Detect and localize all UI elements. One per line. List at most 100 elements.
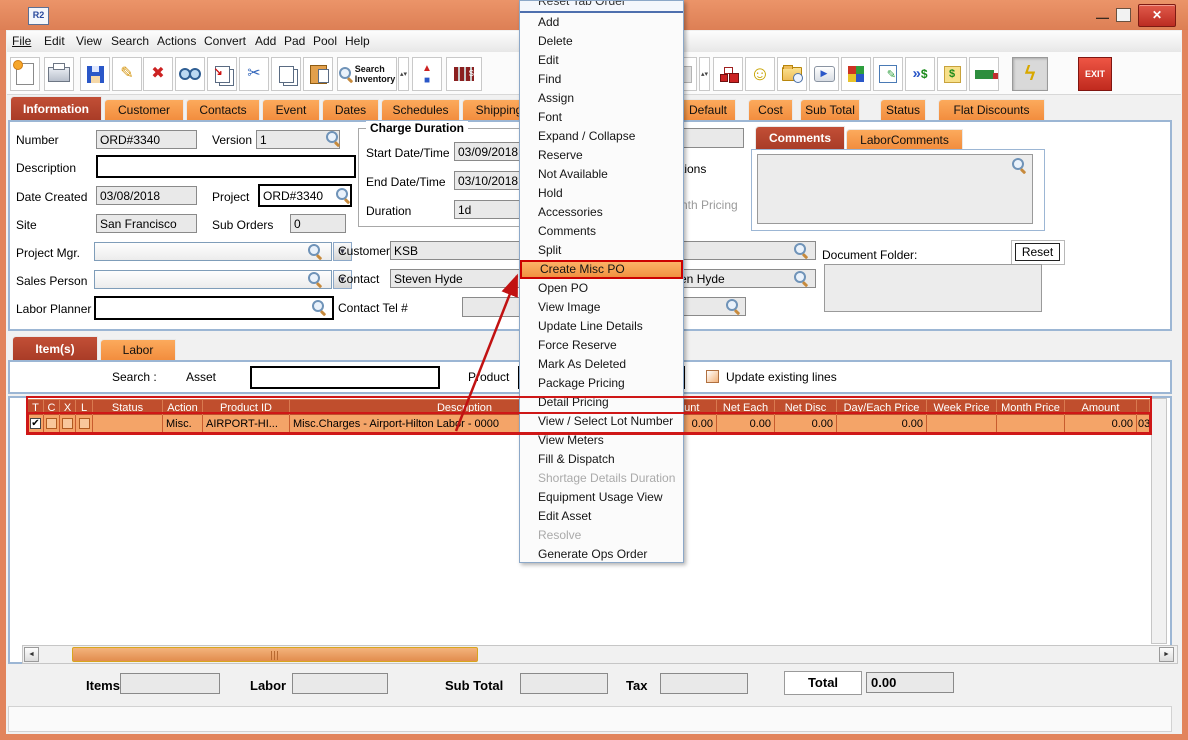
shortcut-keys-button[interactable]: ▶ (809, 57, 839, 91)
tab-items[interactable]: Item(s) (12, 336, 98, 360)
tab-event[interactable]: Event (262, 99, 320, 120)
scroll-left-button[interactable]: ◄ (24, 647, 39, 662)
context-menu-item-create-misc-po[interactable]: Create Misc PO (520, 260, 683, 279)
context-menu-item-split[interactable]: Split (520, 241, 683, 260)
delete-button[interactable]: ✖ (143, 57, 173, 91)
menu-file[interactable]: File (12, 34, 31, 48)
row-cell-product-id[interactable]: AIRPORT-HI... (203, 415, 290, 433)
tab-dates[interactable]: Dates (322, 99, 379, 120)
labor-planner-field[interactable] (94, 296, 334, 320)
header-cell-action[interactable]: Action (163, 399, 203, 415)
context-menu-item-find[interactable]: Find (520, 70, 683, 89)
close-button[interactable]: ✕ (1138, 4, 1176, 27)
menu-help[interactable]: Help (345, 34, 370, 48)
site-field[interactable] (96, 214, 197, 233)
checkbox-unchecked-icon[interactable] (62, 418, 73, 429)
header-cell-week-price[interactable]: Week Price (927, 399, 997, 415)
menu-pool[interactable]: Pool (313, 34, 337, 48)
context-menu-item-detail-pricing[interactable]: Detail Pricing (520, 393, 683, 412)
tab-labor[interactable]: Labor (100, 339, 176, 360)
context-menu-item-mark-as-deleted[interactable]: Mark As Deleted (520, 355, 683, 374)
paste-button[interactable] (303, 57, 333, 91)
row-cell-amount[interactable]: 0.00 (1065, 415, 1137, 433)
context-menu-item-accessories[interactable]: Accessories (520, 203, 683, 222)
project-mgr-field[interactable] (94, 242, 332, 261)
reset-button[interactable]: Reset (1015, 243, 1060, 261)
header-cell-day-each-price[interactable]: Day/Each Price (837, 399, 927, 415)
items-total-field[interactable] (120, 673, 220, 694)
row-cell-net-each[interactable]: 0.00 (717, 415, 775, 433)
menu-actions[interactable]: Actions (157, 34, 196, 48)
menu-search[interactable]: Search (111, 34, 149, 48)
dispatch-truck-button[interactable] (969, 57, 999, 91)
tab-information[interactable]: Information (10, 96, 102, 120)
copy-to-button[interactable]: ↘ (207, 57, 237, 91)
context-menu-item-force-reserve[interactable]: Force Reserve (520, 336, 683, 355)
print-button[interactable] (44, 57, 74, 91)
context-menu-item-add[interactable]: Add (520, 13, 683, 32)
org-chart-button[interactable] (713, 57, 743, 91)
sales-person-field[interactable] (94, 270, 332, 289)
vertical-scrollbar[interactable] (1151, 398, 1167, 644)
tab-default[interactable]: Default (680, 99, 736, 120)
context-menu-item-expand-collapse[interactable]: Expand / Collapse (520, 127, 683, 146)
search-inventory-dropdown[interactable]: ▴▾ (398, 57, 409, 91)
context-menu-item-edit[interactable]: Edit (520, 51, 683, 70)
sub-orders-field[interactable] (290, 214, 346, 233)
header-cell-month-price[interactable]: Month Price (997, 399, 1065, 415)
header-cell-t[interactable]: T (28, 399, 44, 415)
labor-planner-search-icon[interactable] (312, 300, 326, 314)
menu-edit[interactable]: Edit (44, 34, 65, 48)
row-cell-week-price[interactable] (927, 415, 997, 433)
labor-total-field[interactable] (292, 673, 388, 694)
contact-field[interactable] (390, 269, 522, 288)
row-cell-month-price[interactable] (997, 415, 1065, 433)
menu-view[interactable]: View (76, 34, 102, 48)
header-cell-net-each[interactable]: Net Each (717, 399, 775, 415)
tab-comments[interactable]: Comments (755, 126, 845, 149)
total-field[interactable] (866, 672, 954, 693)
tab-contacts[interactable]: Contacts (186, 99, 260, 120)
menu-convert[interactable]: Convert (204, 34, 246, 48)
version-search-icon[interactable] (326, 131, 340, 145)
checkbox-unchecked-icon[interactable] (46, 418, 57, 429)
context-menu-item-edit-asset[interactable]: Edit Asset (520, 507, 683, 526)
context-menu-item-reset-tab-order[interactable]: Reset Tab Order (520, 1, 683, 13)
project-mgr-search-icon[interactable] (308, 244, 322, 258)
quick-actions-button[interactable]: ϟ (1012, 57, 1048, 91)
row-cell-t[interactable]: ✔ (28, 415, 44, 433)
context-menu-item-not-available[interactable]: Not Available (520, 165, 683, 184)
asset-search-input[interactable] (250, 366, 440, 389)
header-cell-product-id[interactable]: Product ID (203, 399, 290, 415)
sub-total-field[interactable] (520, 673, 608, 694)
checkbox-checked-icon[interactable]: ✔ (30, 418, 41, 429)
context-menu-item-generate-ops-order[interactable]: Generate Ops Order (520, 545, 683, 564)
header-cell-l[interactable]: L (76, 399, 93, 415)
header-cell-c[interactable]: C (44, 399, 60, 415)
row-cell-c[interactable] (44, 415, 60, 433)
context-menu-item-hold[interactable]: Hold (520, 184, 683, 203)
checkbox-unchecked-icon[interactable] (79, 418, 90, 429)
menu-pad[interactable]: Pad (284, 34, 305, 48)
invoice-notes-button[interactable]: $ (937, 57, 967, 91)
graph-view-button[interactable]: ▲■ (412, 57, 442, 91)
context-menu-item-comments[interactable]: Comments (520, 222, 683, 241)
header-cell-amount[interactable]: Amount (1065, 399, 1137, 415)
customer-field[interactable] (390, 241, 522, 260)
sales-person-search-icon[interactable] (308, 272, 322, 286)
forward-billing-button[interactable]: »$ (905, 57, 935, 91)
comments-textarea[interactable] (757, 154, 1033, 224)
cut-button[interactable]: ✂ (239, 57, 269, 91)
tab-flat-discounts[interactable]: Flat Discounts (938, 99, 1045, 120)
tab-customer[interactable]: Customer (104, 99, 184, 120)
ship-contact-search-icon[interactable] (794, 271, 808, 285)
context-menu-item-view-meters[interactable]: View Meters (520, 431, 683, 450)
description-field[interactable] (96, 155, 356, 178)
document-folder-box[interactable] (824, 264, 1042, 312)
tax-field[interactable] (660, 673, 748, 694)
tab-status[interactable]: Status (880, 99, 926, 120)
notes-edit-button[interactable]: ✎ (873, 57, 903, 91)
horizontal-scrollbar-thumb[interactable] (72, 647, 478, 662)
edit-button[interactable]: ✎ (112, 57, 142, 91)
find-button[interactable] (175, 57, 205, 91)
